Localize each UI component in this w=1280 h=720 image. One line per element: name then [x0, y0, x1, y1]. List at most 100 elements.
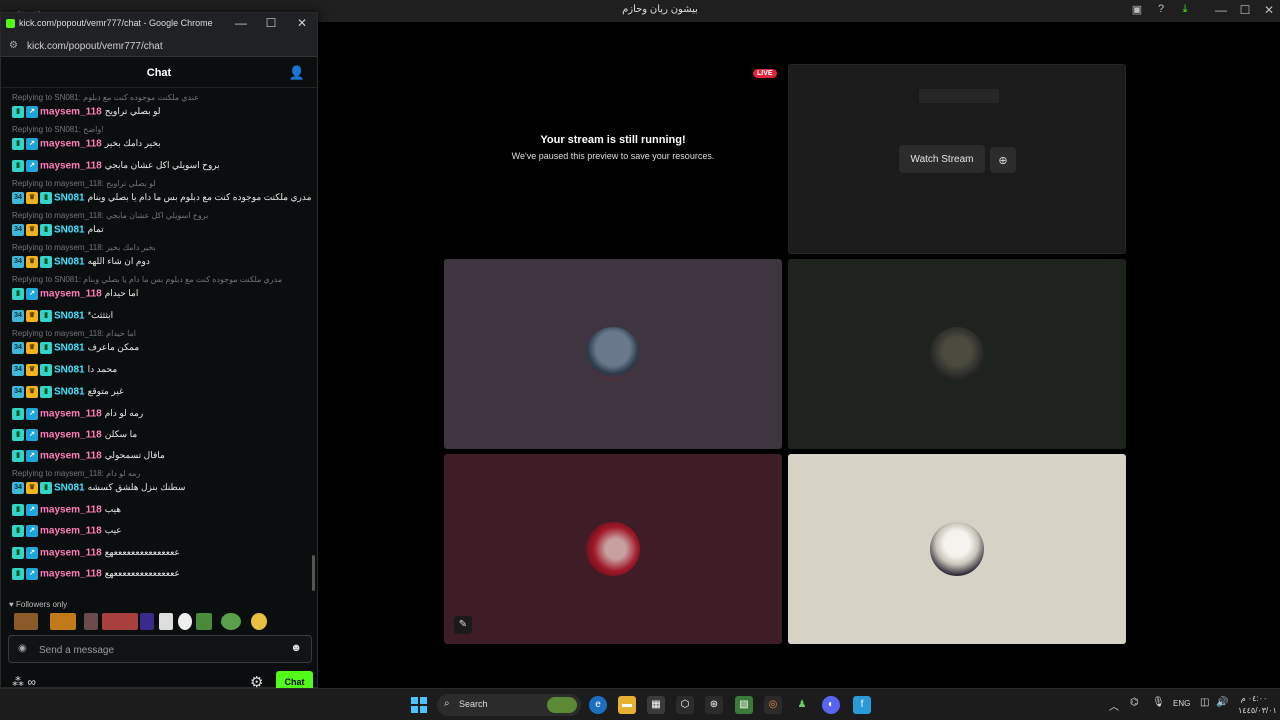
username[interactable]: SN081 — [54, 256, 85, 267]
volume-icon[interactable]: 🔊 — [1216, 697, 1228, 708]
username[interactable]: maysem_118 — [40, 547, 102, 558]
emote-icon[interactable] — [84, 613, 98, 630]
username[interactable]: maysem_118 — [40, 504, 102, 515]
stream-preview-tile[interactable]: Watch Stream ⊕ — [788, 64, 1126, 254]
chat-message[interactable]: ▮ ↗ maysem_118 عععععععععععععععهع — [12, 544, 312, 560]
emote-icon[interactable] — [50, 613, 76, 630]
chat-message[interactable]: ▮ ↗ maysem_118 رمه لو دام — [12, 405, 312, 421]
chat-message[interactable]: ▮ ↗ maysem_118 اما حيدام — [12, 285, 312, 301]
message-input-box[interactable]: ◉ ☻ — [8, 635, 312, 663]
chat-message[interactable]: ▮ ↗ maysem_118 لو بصلي تراويح — [12, 103, 312, 119]
points-indicator[interactable]: ⁂ ∞ — [12, 675, 36, 689]
username[interactable]: SN081 — [54, 386, 85, 397]
emote-icon[interactable] — [196, 613, 212, 630]
emote-icon[interactable] — [140, 613, 154, 630]
paused-title: Your stream is still running! — [540, 134, 686, 146]
chat-messages[interactable]: Replying to SN081: عندي ملكنت موجوده كنت… — [1, 93, 317, 593]
chat-scrollbar[interactable] — [312, 555, 315, 591]
chat-identity-icon[interactable]: ◉ — [18, 643, 27, 654]
chat-message[interactable]: 34 ♛ ▮ SN081 تمام — [12, 221, 312, 237]
clock[interactable]: ٠٤:٠٠ م ١٤٤٥/٠٣/٠١ — [1238, 693, 1277, 717]
username[interactable]: maysem_118 — [40, 568, 102, 579]
username[interactable]: maysem_118 — [40, 160, 102, 171]
settings-app-icon[interactable]: ⬡ — [676, 696, 694, 714]
emote-icon[interactable] — [14, 613, 38, 630]
chat-message[interactable]: ▮ ↗ maysem_118 ما سكلن — [12, 426, 312, 442]
app-icon[interactable]: ⊛ — [705, 696, 723, 714]
popout-close-button[interactable]: ✕ — [294, 16, 310, 30]
taskbar-search[interactable]: ⌕ Search — [437, 694, 581, 716]
username[interactable]: maysem_118 — [40, 288, 102, 299]
username[interactable]: maysem_118 — [40, 525, 102, 536]
username[interactable]: maysem_118 — [40, 429, 102, 440]
og-badge-icon: ↗ — [26, 546, 38, 559]
chat-message[interactable]: ▮ ↗ maysem_118 عيب — [12, 522, 312, 538]
emote-icon[interactable] — [221, 613, 241, 630]
emote-icon[interactable] — [159, 613, 173, 630]
chat-message[interactable]: 34 ♛ ▮ SN081 سطنك بنزل هلشق كسشه — [12, 479, 312, 495]
edge-icon[interactable]: e — [589, 696, 607, 714]
participant-tile[interactable] — [788, 259, 1126, 449]
message-input[interactable] — [39, 642, 279, 658]
chat-message[interactable]: ▮ ↗ maysem_118 هيب — [12, 501, 312, 517]
username[interactable]: SN081 — [54, 342, 85, 353]
watch-stream-button[interactable]: Watch Stream — [899, 145, 985, 173]
zoom-icon[interactable]: ⊕ — [990, 147, 1016, 173]
emote-icon[interactable] — [251, 613, 267, 630]
chat-message[interactable]: 34 ♛ ▮ SN081 مدري ملكنت موجوده كنت مع دبلوم … — [12, 189, 312, 205]
chat-message[interactable]: 34 ♛ ▮ SN081 *ابثثثث — [12, 307, 312, 323]
chat-message[interactable]: 34 ♛ ▮ SN081 غير متوقع — [12, 383, 312, 399]
minimize-button[interactable]: — — [1212, 3, 1230, 17]
popout-maximize-button[interactable]: ☐ — [263, 16, 279, 30]
popout-title: kick.com/popout/vemr777/chat - Google Ch… — [19, 18, 213, 28]
crown-badge-icon: ♛ — [26, 191, 38, 204]
file-explorer-icon[interactable]: ▬ — [618, 696, 636, 714]
popout-url-bar[interactable]: ⚙ kick.com/popout/vemr777/chat — [1, 35, 317, 57]
photos-icon[interactable]: ▧ — [735, 696, 753, 714]
chrome-icon[interactable]: ◎ — [764, 696, 782, 714]
username[interactable]: SN081 — [54, 224, 85, 235]
username[interactable]: maysem_118 — [40, 408, 102, 419]
message-text: رمه لو دام — [104, 408, 144, 419]
discord-icon[interactable]: ◐ — [822, 696, 840, 714]
close-button[interactable]: ✕ — [1260, 3, 1278, 17]
chat-message[interactable]: 34 ♛ ▮ SN081 دوم ان شاء اللهه — [12, 253, 312, 269]
chat-message[interactable]: ▮ ↗ maysem_118 عععععععععععععععهع — [12, 565, 312, 581]
maximize-button[interactable]: ☐ — [1236, 3, 1254, 17]
og-badge-icon: ↗ — [26, 287, 38, 300]
username[interactable]: SN081 — [54, 364, 85, 375]
help-icon[interactable]: ? — [1152, 3, 1170, 15]
participant-tile[interactable] — [444, 259, 782, 449]
tray-chevron-icon[interactable]: ︿ — [1109, 698, 1119, 713]
language-indicator[interactable]: ENG — [1173, 699, 1190, 708]
chess-icon[interactable]: ♟ — [793, 696, 811, 714]
media-icon[interactable]: ▣ — [1128, 3, 1146, 16]
windows-start-icon[interactable] — [411, 697, 427, 713]
network-icon[interactable]: ⌬ — [1130, 697, 1139, 708]
chat-message[interactable]: ▮ ↗ maysem_118 مافال تسمحولي — [12, 447, 312, 463]
emote-icon[interactable] — [178, 613, 192, 630]
username[interactable]: maysem_118 — [40, 106, 102, 117]
chat-message[interactable]: 34 ♛ ▮ SN081 ممكن ماعرف — [12, 339, 312, 355]
popout-minimize-button[interactable]: — — [233, 16, 249, 30]
emoji-icon[interactable]: ☻ — [290, 642, 302, 654]
username[interactable]: maysem_118 — [40, 450, 102, 461]
wifi-icon[interactable]: ◫ — [1200, 697, 1209, 708]
username[interactable]: SN081 — [54, 192, 85, 203]
participant-tile[interactable] — [788, 454, 1126, 644]
muted-mic-icon[interactable]: ✎ — [454, 616, 472, 634]
username[interactable]: maysem_118 — [40, 138, 102, 149]
store-icon[interactable]: ▦ — [647, 696, 665, 714]
download-icon[interactable]: ⤓ — [1176, 3, 1194, 16]
emote-icon[interactable] — [102, 613, 138, 630]
chat-message[interactable]: 34 ♛ ▮ SN081 محمد دا — [12, 361, 312, 377]
chat-message[interactable]: ▮ ↗ maysem_118 بروح اسويلي اكل عشان مابجي — [12, 157, 312, 173]
chat-message[interactable]: ▮ ↗ maysem_118 بخير دامك بخير — [12, 135, 312, 151]
username[interactable]: SN081 — [54, 482, 85, 493]
site-info-icon[interactable]: ⚙ — [9, 40, 18, 51]
microphone-icon[interactable]: 🎙 — [1152, 697, 1165, 708]
participant-tile[interactable]: ✎ — [444, 454, 782, 644]
users-icon[interactable]: 👤 — [289, 65, 305, 81]
username[interactable]: SN081 — [54, 310, 85, 321]
app-f-icon[interactable]: f — [853, 696, 871, 714]
